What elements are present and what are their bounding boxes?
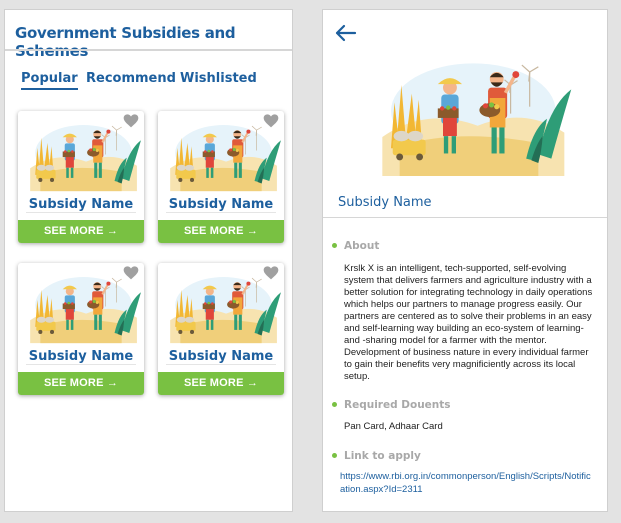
- title-divider: [5, 49, 292, 51]
- about-text: Krslk X is an intelligent, tech-supporte…: [344, 263, 593, 382]
- heart-icon[interactable]: [263, 266, 279, 280]
- required-documents-text: Pan Card, Adhaar Card: [344, 421, 443, 432]
- subsidy-card[interactable]: Subsidy Name SEE MORE →: [18, 111, 144, 243]
- heart-icon[interactable]: [123, 114, 139, 128]
- back-arrow-icon[interactable]: [335, 24, 357, 42]
- bullet-dot: [332, 243, 337, 248]
- subsidy-card[interactable]: Subsidy Name SEE MORE →: [18, 263, 144, 395]
- subsidy-list-screen: Government Subsidies and Schemes Popular…: [4, 9, 293, 512]
- see-more-button[interactable]: SEE MORE →: [158, 372, 284, 395]
- card-divider: [26, 212, 136, 213]
- subsidy-detail-screen: Subsidy Name About Krslk X is an intelli…: [322, 9, 608, 512]
- farmers-hero-illustration: [353, 46, 585, 176]
- required-documents-heading: Required Douents: [344, 399, 451, 411]
- apply-link[interactable]: https://www.rbi.org.in/commonperson/Engl…: [340, 471, 596, 496]
- card-divider: [166, 364, 276, 365]
- card-divider: [166, 212, 276, 213]
- link-heading: Link to apply: [344, 450, 421, 462]
- bullet-dot: [332, 453, 337, 458]
- card-divider: [26, 364, 136, 365]
- subsidy-card[interactable]: Subsidy Name SEE MORE →: [158, 263, 284, 395]
- bullet-dot: [332, 402, 337, 407]
- page-title: Government Subsidies and Schemes: [15, 24, 236, 60]
- heart-icon[interactable]: [123, 266, 139, 280]
- card-title: Subsidy Name: [28, 197, 134, 212]
- card-title: Subsidy Name: [28, 349, 134, 364]
- tab-recommend[interactable]: Recommend: [86, 71, 176, 86]
- tab-popular[interactable]: Popular: [21, 71, 78, 90]
- see-more-button[interactable]: SEE MORE →: [18, 220, 144, 243]
- subsidy-title: Subsidy Name: [338, 195, 432, 210]
- see-more-button[interactable]: SEE MORE →: [158, 220, 284, 243]
- title-divider: [323, 217, 607, 218]
- card-title: Subsidy Name: [168, 197, 274, 212]
- about-heading: About: [344, 240, 380, 252]
- tab-wishlisted[interactable]: Wishlisted: [180, 71, 257, 86]
- card-title: Subsidy Name: [168, 349, 274, 364]
- subsidy-card[interactable]: Subsidy Name SEE MORE →: [158, 111, 284, 243]
- heart-icon[interactable]: [263, 114, 279, 128]
- see-more-button[interactable]: SEE MORE →: [18, 372, 144, 395]
